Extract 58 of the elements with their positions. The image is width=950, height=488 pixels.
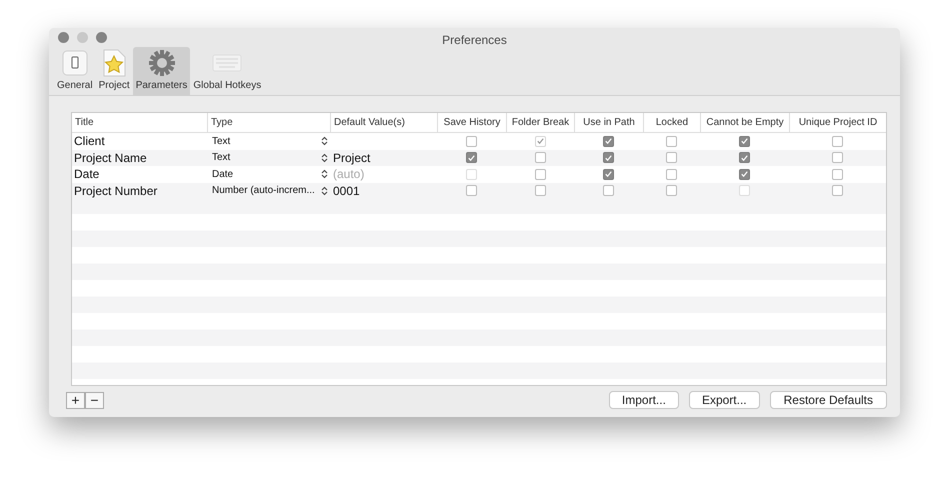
- table-cell-text: Date: [73, 166, 100, 182]
- up-down-arrows-icon: [321, 152, 328, 163]
- checkbox[interactable]: [739, 136, 750, 147]
- column-header[interactable]: Unique Project ID: [789, 113, 886, 132]
- type-popup[interactable]: Text: [207, 150, 330, 166]
- column-header[interactable]: Type: [207, 113, 330, 132]
- checkbox[interactable]: [466, 185, 477, 196]
- checkbox[interactable]: [466, 152, 477, 164]
- type-popup[interactable]: Date: [207, 166, 330, 182]
- column-header[interactable]: Use in Path: [574, 113, 643, 132]
- column-header[interactable]: Folder Break: [506, 113, 574, 132]
- zoom-button[interactable]: [96, 32, 107, 43]
- checkbox[interactable]: [832, 152, 843, 164]
- toolbar-tab[interactable]: Parameters: [132, 47, 190, 95]
- gear-icon: [148, 49, 176, 77]
- checkbox[interactable]: [666, 185, 677, 196]
- checkbox[interactable]: [603, 185, 614, 196]
- checkbox[interactable]: [603, 152, 614, 164]
- close-button[interactable]: [58, 32, 69, 43]
- type-popup[interactable]: Number (auto-increm...: [207, 182, 330, 199]
- type-popup[interactable]: Text: [207, 133, 330, 150]
- checkbox[interactable]: [666, 136, 677, 147]
- up-down-arrows-icon: [321, 169, 328, 180]
- toolbar-tab[interactable]: General: [54, 47, 96, 95]
- table-cell-text: Project Number: [73, 182, 158, 199]
- up-down-arrows-icon: [321, 186, 328, 196]
- checkbox[interactable]: [534, 168, 546, 180]
- minimize-button[interactable]: [77, 32, 88, 43]
- checkbox[interactable]: [832, 168, 843, 180]
- toolbar-tab[interactable]: Project: [96, 47, 133, 95]
- column-header[interactable]: Locked: [643, 113, 700, 132]
- push-button[interactable]: Export...: [688, 391, 760, 409]
- add-button[interactable]: +: [66, 392, 85, 408]
- checkbox[interactable]: [666, 152, 677, 164]
- toolbar-tab[interactable]: Global Hotkeys: [190, 47, 264, 95]
- checkbox[interactable]: [534, 152, 546, 164]
- checkbox[interactable]: [666, 168, 677, 180]
- checkbox[interactable]: [739, 168, 750, 180]
- checkbox[interactable]: [832, 136, 843, 147]
- column-header[interactable]: Save History: [437, 113, 506, 132]
- column-header[interactable]: Cannot be Empty: [700, 113, 789, 132]
- table-cell-text: Client: [73, 133, 106, 150]
- remove-button[interactable]: −: [85, 392, 104, 408]
- window-title: Preferences: [442, 32, 507, 46]
- checkbox[interactable]: [534, 185, 546, 196]
- column-header[interactable]: Title: [72, 113, 207, 132]
- default-value-field[interactable]: Project: [333, 150, 370, 165]
- checkbox[interactable]: [466, 136, 477, 147]
- checkbox[interactable]: [832, 185, 843, 196]
- table-cell-text: Project Name: [73, 150, 148, 166]
- checkbox[interactable]: [603, 168, 614, 180]
- checkbox[interactable]: [603, 136, 614, 147]
- up-down-arrows-icon: [321, 136, 328, 146]
- default-value-field[interactable]: 0001: [333, 184, 360, 198]
- push-button[interactable]: Import...: [608, 391, 679, 409]
- column-header[interactable]: Default Value(s): [330, 113, 437, 132]
- push-button[interactable]: Restore Defaults: [770, 391, 887, 409]
- checkbox[interactable]: [739, 152, 750, 164]
